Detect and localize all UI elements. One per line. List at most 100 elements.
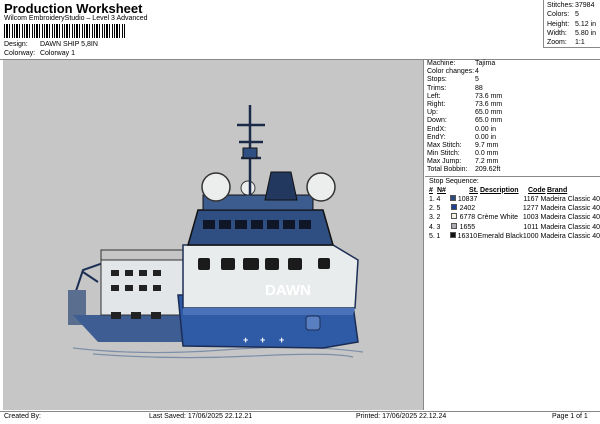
info-label: Right: [427, 100, 446, 108]
stop-needle: 5 [436, 204, 441, 212]
footer-divider [0, 411, 600, 412]
hull-stripe [183, 308, 355, 315]
design-line: Design: DAWN SHIP 5,8IN [4, 41, 98, 48]
thread-color-swatch [450, 194, 457, 201]
info-value: 65.0 mm [475, 117, 503, 125]
stat-label: Zoom: [547, 39, 567, 47]
svg-text:+: + [260, 335, 265, 345]
stop-row: 3. 2 6778 Crème White 1003 Madeira Classic 40 [427, 213, 600, 222]
col-needle: N# [437, 186, 446, 194]
info-row: Stops: 5 [427, 76, 600, 84]
page-title: Production Worksheet [4, 1, 143, 16]
info-label: Trims: [427, 84, 447, 92]
stat-value: 5.80 in [575, 29, 597, 37]
design-preview: DAWN + + + [3, 60, 424, 410]
stop-index: 2. [429, 204, 435, 212]
rear-deck-lower [73, 315, 193, 342]
colorway-name: Colorway 1 [39, 50, 75, 57]
info-row: EndX: 0.00 in [427, 126, 600, 134]
col-stitches: St. [469, 186, 478, 194]
info-value: 7.2 mm [475, 158, 499, 166]
colorway-line: Colorway: Colorway 1 [4, 50, 75, 57]
info-label: EndY: [427, 133, 446, 141]
stop-stitches: 16310 [457, 232, 478, 240]
stop-stitches: 10837 [457, 195, 478, 203]
info-row: Min Stitch: 0.0 mm [427, 150, 600, 158]
info-row: Machine: Tajima [427, 60, 600, 68]
stat-value: 5.12 in [575, 20, 597, 28]
water-lines [72, 346, 364, 359]
info-row: Max Stitch: 9.7 mm [427, 142, 600, 150]
info-label: Max Jump: [427, 158, 462, 166]
info-value: 5 [475, 76, 479, 84]
stop-stitches: 6778 [459, 214, 476, 222]
stat-row: Stitches: 37984 [547, 1, 600, 10]
info-row: Max Jump: 7.2 mm [427, 158, 600, 166]
svg-text:+: + [279, 335, 284, 345]
stop-code: 1167 [523, 195, 539, 203]
hull-name: DAWN [265, 282, 311, 299]
thread-color-swatch [450, 222, 457, 229]
info-row: Total Bobbin: 209.62ft [427, 166, 600, 174]
thread-color-swatch [450, 203, 457, 210]
stat-label: Width: [547, 29, 567, 37]
info-row: Trims: 88 [427, 85, 600, 93]
col-code: Code [528, 186, 546, 194]
info-label: Left: [427, 92, 441, 100]
stats-box: Stitches: 37984 Colors: 5 Height: 5.12 in Widt… [543, 0, 600, 48]
stop-needle: 3 [436, 223, 441, 231]
footer-page-number: Page 1 of 1 [552, 413, 588, 420]
radome-left [201, 172, 231, 202]
info-value: 0.00 in [475, 133, 497, 141]
stop-brand: Madeira Classic 40 [540, 195, 600, 203]
col-brand: Brand [547, 186, 568, 194]
stop-description: Crème White [477, 214, 519, 222]
stat-row: Zoom: 1:1 [547, 38, 600, 47]
col-description: Description [480, 186, 519, 194]
stop-sequence-title: Stop Sequence: [429, 177, 479, 185]
stat-value: 5 [575, 11, 579, 19]
info-row: Left: 73.6 mm [427, 93, 600, 101]
thread-color-swatch [450, 231, 457, 238]
stop-index: 5. [429, 232, 435, 240]
stop-row: 4. 3 1655 1011 Madeira Classic 40 [427, 222, 600, 232]
info-value: 73.6 mm [475, 92, 503, 100]
info-label: Stops: [427, 76, 447, 84]
stop-index: 1. [429, 195, 435, 203]
stop-code: 1003 [522, 214, 539, 222]
stop-brand: Madeira Classic 40 [540, 232, 600, 240]
radome-center [240, 180, 256, 196]
stat-row: Height: 5.12 in [547, 20, 600, 29]
stat-row: Width: 5.80 in [547, 29, 600, 38]
info-value: 73.6 mm [475, 100, 503, 108]
stop-row: 2. 5 2402 1277 Madeira Classic 40 [427, 203, 600, 213]
stop-needle: 1 [436, 232, 441, 240]
stop-index: 4. [429, 223, 435, 231]
mast-platform [242, 147, 258, 159]
info-label: Machine: [427, 60, 456, 67]
info-label: Down: [427, 117, 447, 125]
design-label: Design: [4, 41, 28, 48]
software-subtitle: Wilcom EmbroideryStudio – Level 3 Advanc… [4, 15, 148, 22]
info-label: Max Stitch: [427, 141, 462, 149]
footer-printed: Printed: 17/06/2025 22.12.24 [356, 413, 447, 420]
info-label: Min Stitch: [427, 150, 460, 158]
stop-code: 1000 [522, 232, 539, 240]
col-num: # [429, 186, 433, 194]
stop-index: 3. [429, 214, 435, 222]
stop-sequence-header: # N# St. Description Code Brand [427, 186, 600, 195]
bridge-windows [203, 220, 311, 229]
stat-label: Colors: [547, 11, 570, 19]
stat-row: Colors: 5 [547, 10, 600, 19]
barcode [4, 24, 125, 38]
info-value: 65.0 mm [475, 109, 503, 117]
stat-label: Stitches: [547, 2, 574, 9]
stop-brand: Madeira Classic 40 [540, 223, 600, 231]
stop-row: 1. 4 10837 1167 Madeira Classic 40 [427, 194, 600, 204]
info-row: Color changes: 4 [427, 68, 600, 76]
info-value: 4 [475, 68, 479, 76]
thread-color-swatch [450, 213, 457, 220]
funnel [264, 171, 298, 201]
info-value: 0.0 mm [475, 150, 499, 158]
info-row: Down: 65.0 mm [427, 117, 600, 125]
